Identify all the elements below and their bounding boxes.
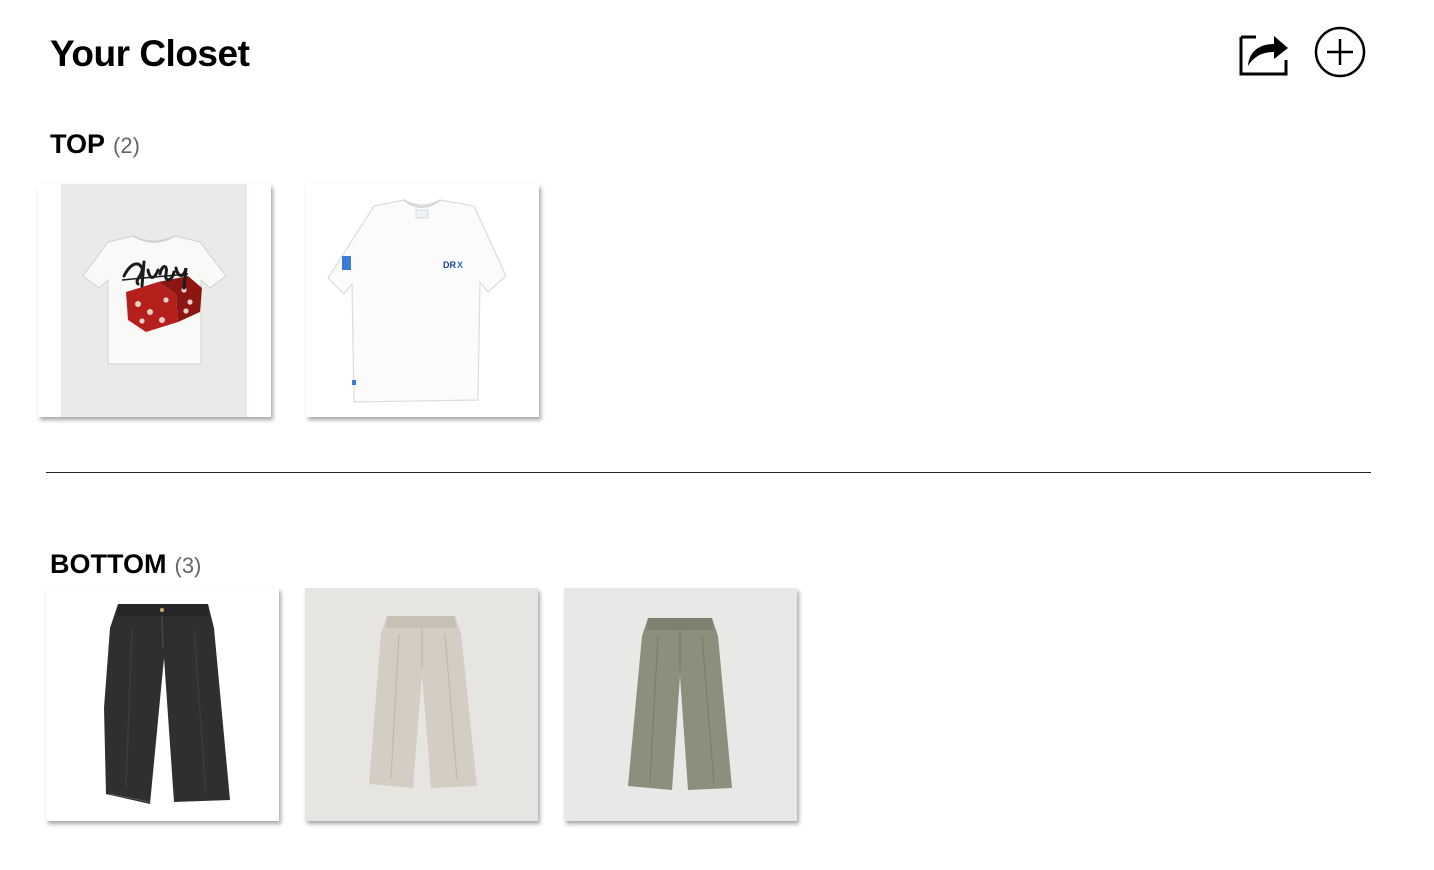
page-title: Your Closet — [50, 33, 250, 74]
header-actions — [1236, 26, 1366, 78]
svg-text:X: X — [457, 260, 463, 270]
closet-item-bottom-2[interactable] — [305, 588, 538, 821]
section-divider — [46, 472, 1371, 473]
closet-item-bottom-3[interactable] — [564, 588, 797, 821]
olive-trousers-image — [564, 588, 797, 821]
top-items-grid: DR X — [38, 184, 539, 417]
add-circle-icon — [1314, 26, 1366, 78]
dark-denim-trousers-image — [46, 588, 279, 821]
section-count-bottom: (3) — [174, 553, 202, 578]
section-heading-top: TOP (2) — [50, 128, 140, 162]
bottom-items-grid — [46, 588, 797, 821]
section-count-top: (2) — [113, 133, 140, 158]
share-button[interactable] — [1236, 26, 1288, 78]
closet-page: Your Closet TOP (2) DR X BOTTOM (3) — [0, 0, 1434, 870]
closet-item-bottom-1[interactable] — [46, 588, 279, 821]
drx-tshirt-image: DR X — [306, 184, 539, 417]
section-heading-bottom: BOTTOM (3) — [50, 548, 201, 582]
closet-item-top-1[interactable] — [38, 184, 271, 417]
add-item-button[interactable] — [1314, 26, 1366, 78]
share-icon — [1239, 35, 1288, 76]
stussy-dice-tshirt-image — [38, 184, 271, 417]
beige-trousers-image — [305, 588, 538, 821]
section-label-top: TOP — [50, 129, 106, 159]
svg-text:DR: DR — [443, 260, 456, 270]
closet-item-top-2[interactable]: DR X — [306, 184, 539, 417]
section-label-bottom: BOTTOM — [50, 549, 167, 579]
